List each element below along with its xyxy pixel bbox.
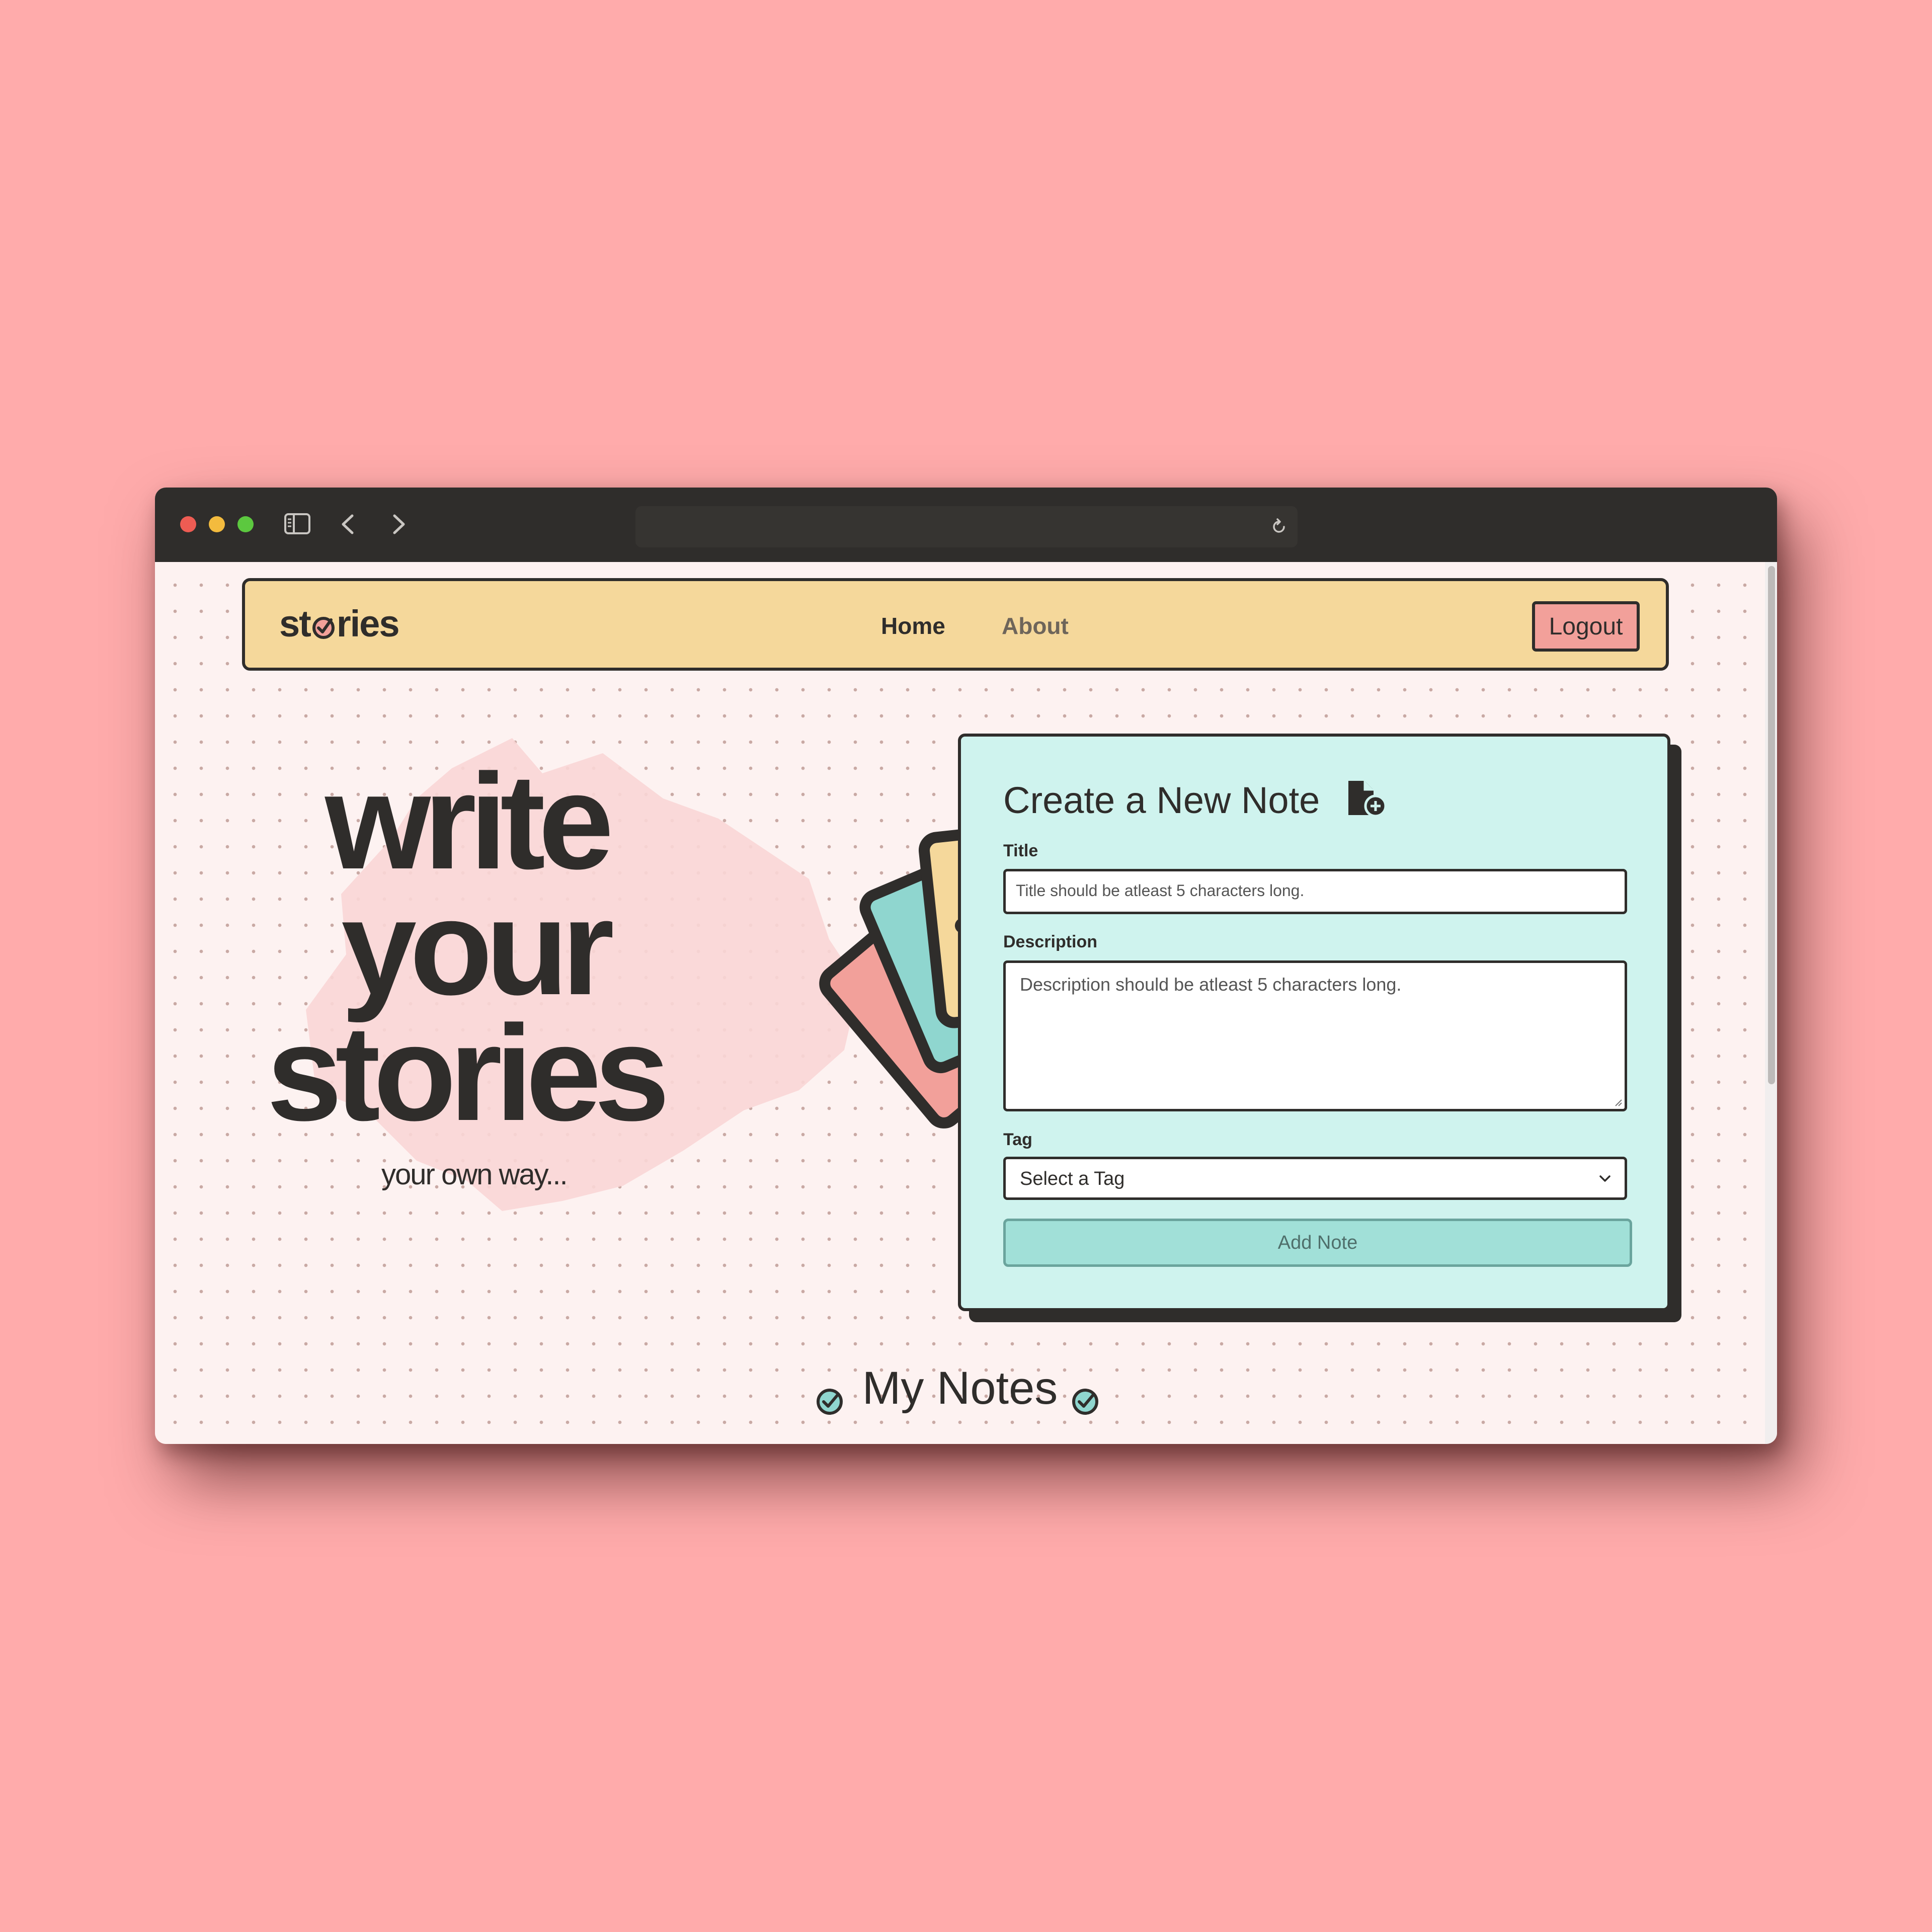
site-logo[interactable]: st ries — [279, 602, 400, 645]
close-window-button[interactable] — [180, 516, 196, 532]
description-placeholder: Description should be atleast 5 characte… — [1020, 974, 1402, 995]
add-file-icon — [1348, 781, 1387, 818]
sidebar-icon[interactable] — [284, 513, 311, 535]
tag-label: Tag — [1003, 1130, 1032, 1149]
hero-line-3: stories — [267, 998, 670, 1149]
description-textarea[interactable]: Description should be atleast 5 characte… — [1003, 960, 1627, 1111]
site-navbar: st ries Home About Logout — [242, 578, 1669, 671]
scrollbar-thumb[interactable] — [1768, 566, 1775, 1084]
tag-select-value: Select a Tag — [1020, 1168, 1125, 1189]
logo-suffix: ries — [336, 603, 400, 645]
check-badge-icon — [1072, 1389, 1098, 1415]
nav-link-about[interactable]: About — [1002, 612, 1069, 639]
title-label: Title — [1003, 841, 1038, 860]
page-scrollbar[interactable] — [1765, 562, 1777, 1444]
chevron-down-icon — [1599, 1175, 1611, 1182]
minimize-window-button[interactable] — [209, 516, 225, 532]
address-bar[interactable] — [635, 506, 1298, 547]
add-note-button[interactable]: Add Note — [1003, 1219, 1632, 1267]
maximize-window-button[interactable] — [237, 516, 254, 532]
hero-line-1: write — [325, 746, 614, 898]
logo-prefix: st — [279, 603, 311, 645]
hero-line-2: your — [341, 872, 614, 1023]
tag-select[interactable]: Select a Tag — [1003, 1157, 1627, 1200]
hero-tagline: your own way... — [381, 1158, 568, 1191]
back-icon[interactable] — [340, 514, 355, 535]
browser-window: st ries Home About Logout write your sto… — [155, 488, 1777, 1444]
create-note-card: Create a New Note Title Title should be … — [958, 734, 1670, 1311]
my-notes-heading: My Notes — [862, 1362, 1058, 1414]
logout-button[interactable]: Logout — [1532, 601, 1640, 652]
browser-toolbar — [155, 488, 1777, 562]
reload-icon[interactable] — [1270, 518, 1287, 535]
nav-link-home[interactable]: Home — [881, 612, 945, 639]
page-content: st ries Home About Logout write your sto… — [155, 562, 1765, 1444]
title-input[interactable]: Title should be atleast 5 characters lon… — [1003, 869, 1627, 914]
resize-grip-icon[interactable] — [1614, 1098, 1623, 1107]
form-heading: Create a New Note — [1003, 779, 1320, 821]
description-label: Description — [1003, 932, 1098, 951]
logo-check-icon — [312, 617, 335, 639]
forward-icon[interactable] — [391, 514, 407, 535]
